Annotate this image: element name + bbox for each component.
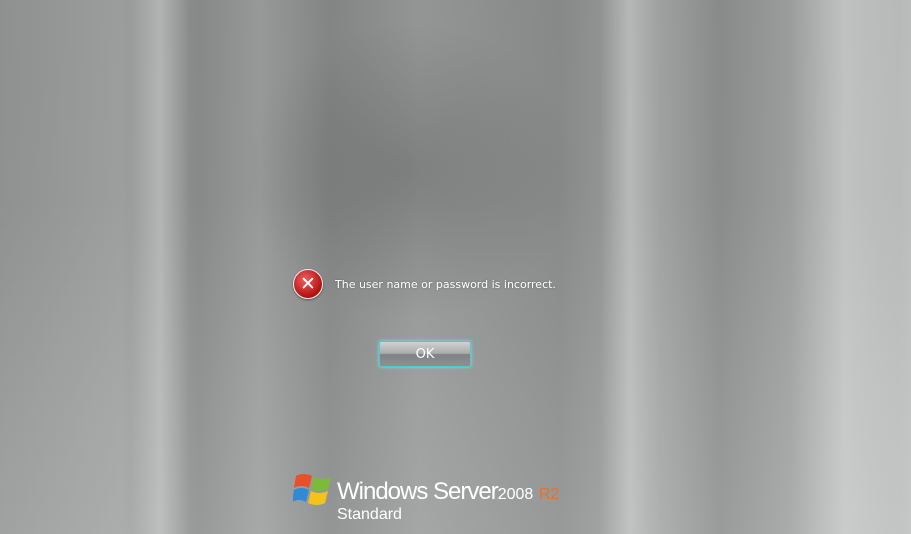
background-streak [600, 0, 660, 534]
product-edition: Standard [337, 506, 402, 523]
error-message: ✕ The user name or password is incorrect… [293, 269, 556, 299]
background-streak [790, 0, 900, 534]
error-icon: ✕ [293, 269, 323, 299]
product-release: R2 [538, 486, 560, 503]
product-version: 2008 [497, 486, 534, 503]
product-name: Windows Server [337, 478, 499, 505]
background-streak [130, 0, 190, 534]
ok-button[interactable]: OK [379, 341, 471, 367]
error-text: The user name or password is incorrect. [335, 277, 556, 291]
windows-flag-icon [293, 474, 331, 505]
